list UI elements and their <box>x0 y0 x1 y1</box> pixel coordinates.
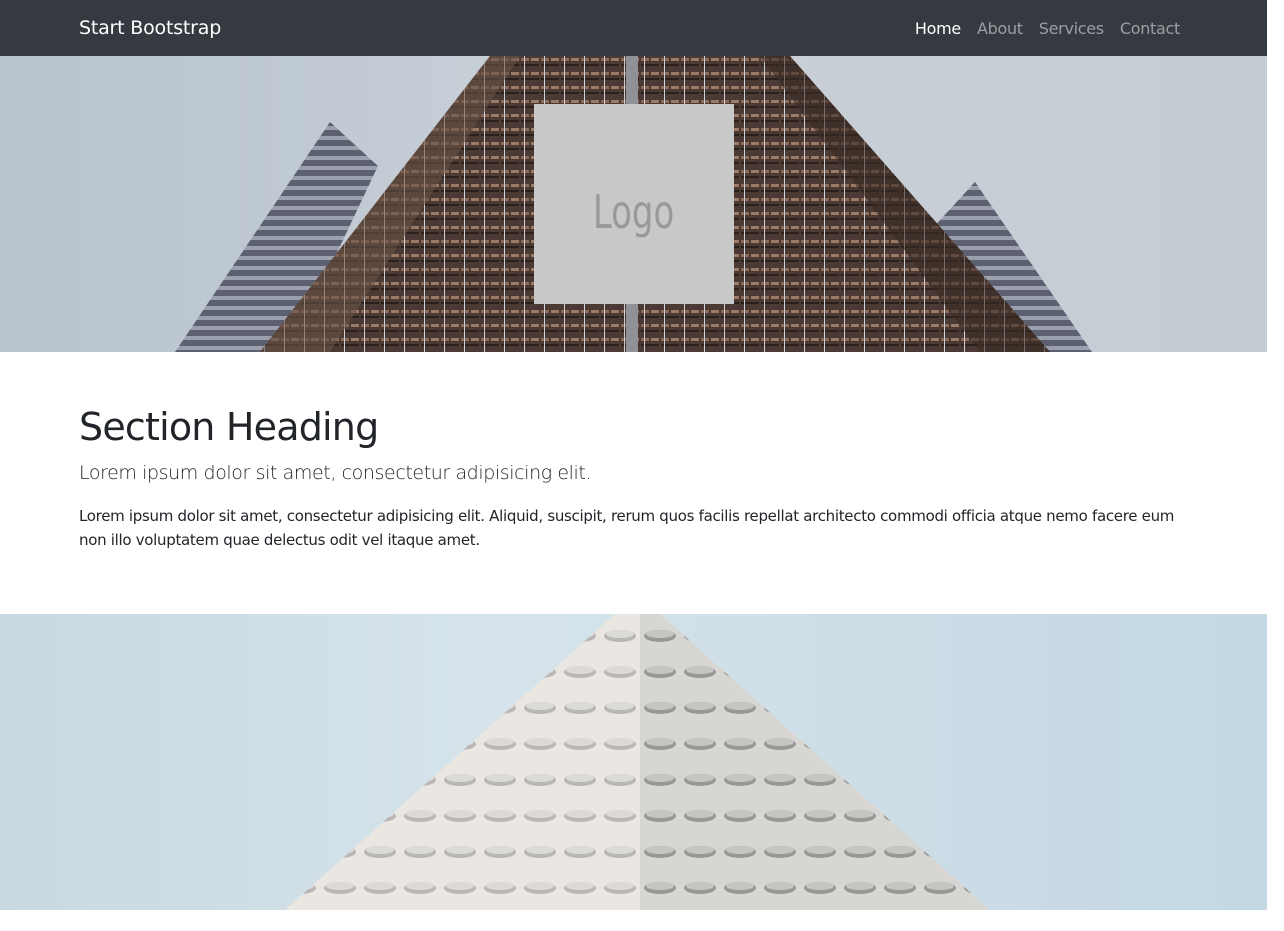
building-image-2 <box>285 614 990 910</box>
section-body: Lorem ipsum dolor sit amet, consectetur … <box>79 507 1175 549</box>
logo-text: Logo <box>593 185 675 239</box>
second-banner <box>0 614 1267 910</box>
nav-link-about[interactable]: About <box>977 19 1023 38</box>
nav-link-home[interactable]: Home <box>915 19 961 38</box>
hero-banner: Logo <box>0 56 1267 352</box>
navbar: Start Bootstrap Home About Services Cont… <box>0 0 1267 56</box>
logo-placeholder: Logo <box>534 104 734 304</box>
scrollbar[interactable] <box>1267 0 1284 931</box>
section-lead: Lorem ipsum dolor sit amet, consectetur … <box>79 462 592 484</box>
nav-links: Home About Services Contact <box>899 19 1180 38</box>
nav-link-services[interactable]: Services <box>1039 19 1104 38</box>
brand-link[interactable]: Start Bootstrap <box>79 17 221 39</box>
nav-link-contact[interactable]: Contact <box>1120 19 1180 38</box>
section-heading: Section Heading <box>79 405 379 449</box>
